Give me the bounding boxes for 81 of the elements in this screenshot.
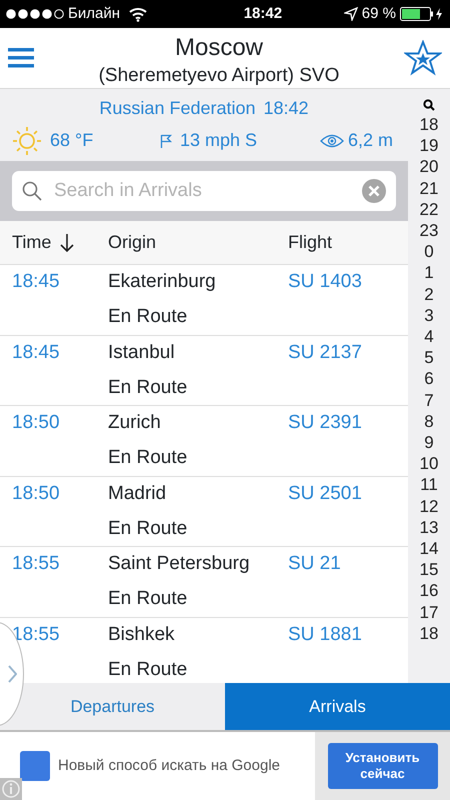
temperature: 68 °F [50,129,94,152]
column-header[interactable]: Flight [288,229,332,256]
hour-index-item[interactable]: 4 [424,326,434,348]
origin-city: Zurich [108,412,161,434]
column-header[interactable]: Time [12,229,52,256]
local-time: 18:42 [264,96,309,120]
hour-index-item[interactable]: 19 [420,135,438,156]
column-header[interactable]: Origin [108,229,156,256]
sun-icon [12,126,42,156]
battery-icon [400,7,444,21]
star-icon[interactable] [404,40,442,76]
hour-index-item[interactable]: 12 [420,496,438,517]
carrier-name: Билайн [68,4,120,24]
hour-index-item[interactable]: 9 [424,432,434,454]
tab[interactable]: Departures [0,683,225,730]
chevron-icon [8,665,17,683]
arrival-time: 18:45 [12,271,60,292]
header-subtitle: (Sheremetyevo Airport) SVO [98,66,340,86]
origin-city: Ekaterinburg [108,271,216,292]
flight-status: En Route [108,518,188,539]
flight-status: En Route [108,658,188,680]
signal-icon [6,9,64,19]
hour-index-item[interactable]: 3 [424,304,434,326]
hour-index-item[interactable]: 15 [420,559,438,580]
eye-icon [320,134,344,148]
hour-index-item[interactable]: 11 [420,474,438,496]
hour-index-item[interactable]: 18 [420,114,438,136]
hour-index-item[interactable]: 6 [424,368,434,390]
hour-index-item[interactable]: 17 [420,602,438,623]
flight-status: En Route [108,306,188,328]
hour-index-item[interactable]: 16 [420,580,438,602]
origin-city: Istanbul [108,342,175,363]
location-icon [344,7,358,21]
visibility: 6,2 m [348,129,394,152]
battery-percent: 69 % [362,4,396,24]
header-title: Moscow [174,32,264,63]
hour-index-item[interactable]: 10 [420,453,438,474]
hour-index-item[interactable]: 22 [420,198,438,220]
origin-city: Saint Petersburg [108,553,250,574]
flight-number[interactable]: SU 2391 [288,412,362,434]
hour-index-item[interactable]: 18 [420,622,438,644]
clear-icon[interactable] [362,179,386,203]
ad-text: Новый способ искать на Google [58,756,280,776]
flight-status: En Route [108,447,188,468]
search-bar[interactable]: Search in Arrivals [12,171,396,211]
arrival-time: 18:55 [12,624,60,645]
country-name: Russian Federation [99,96,256,120]
arrival-time: 18:50 [12,412,60,434]
flight-number[interactable]: SU 21 [288,553,341,574]
flight-number[interactable]: SU 2137 [288,342,362,363]
hour-index-item[interactable]: 2 [424,284,434,305]
index-search-icon[interactable] [423,99,435,111]
hour-index-item[interactable]: 7 [424,390,434,411]
install-button[interactable]: Установить сейчас [328,743,438,789]
flight-status: En Route [108,376,188,398]
origin-city: Bishkek [108,624,175,645]
status-time: 18:42 [242,4,282,24]
flag-icon [160,134,172,148]
menu-icon[interactable] [8,47,34,69]
hour-index-item[interactable]: 23 [420,220,438,242]
arrival-time: 18:50 [12,482,60,504]
flight-status: En Route [108,588,188,610]
hour-index-item[interactable]: 21 [420,178,438,199]
wind-speed: 13 mph S [180,129,258,152]
wifi-icon [128,6,148,22]
flight-number[interactable]: SU 1881 [288,624,362,645]
sort-arrow-icon [59,232,76,252]
hour-index-item[interactable]: 14 [420,538,438,560]
arrival-time: 18:45 [12,342,60,363]
hour-index-item[interactable]: 13 [420,516,438,538]
search-icon [22,181,42,201]
tab[interactable]: Arrivals [225,683,450,730]
hour-index-item[interactable]: 5 [424,347,434,368]
hour-index-item[interactable]: 8 [424,410,434,432]
flight-number[interactable]: SU 2501 [288,482,362,504]
hour-index-item[interactable]: 1 [424,262,434,284]
flight-number[interactable]: SU 1403 [288,271,362,292]
hour-index-item[interactable]: 20 [420,156,438,178]
origin-city: Madrid [108,482,166,504]
arrival-time: 18:55 [12,553,60,574]
hour-index-item[interactable]: 0 [424,241,434,262]
